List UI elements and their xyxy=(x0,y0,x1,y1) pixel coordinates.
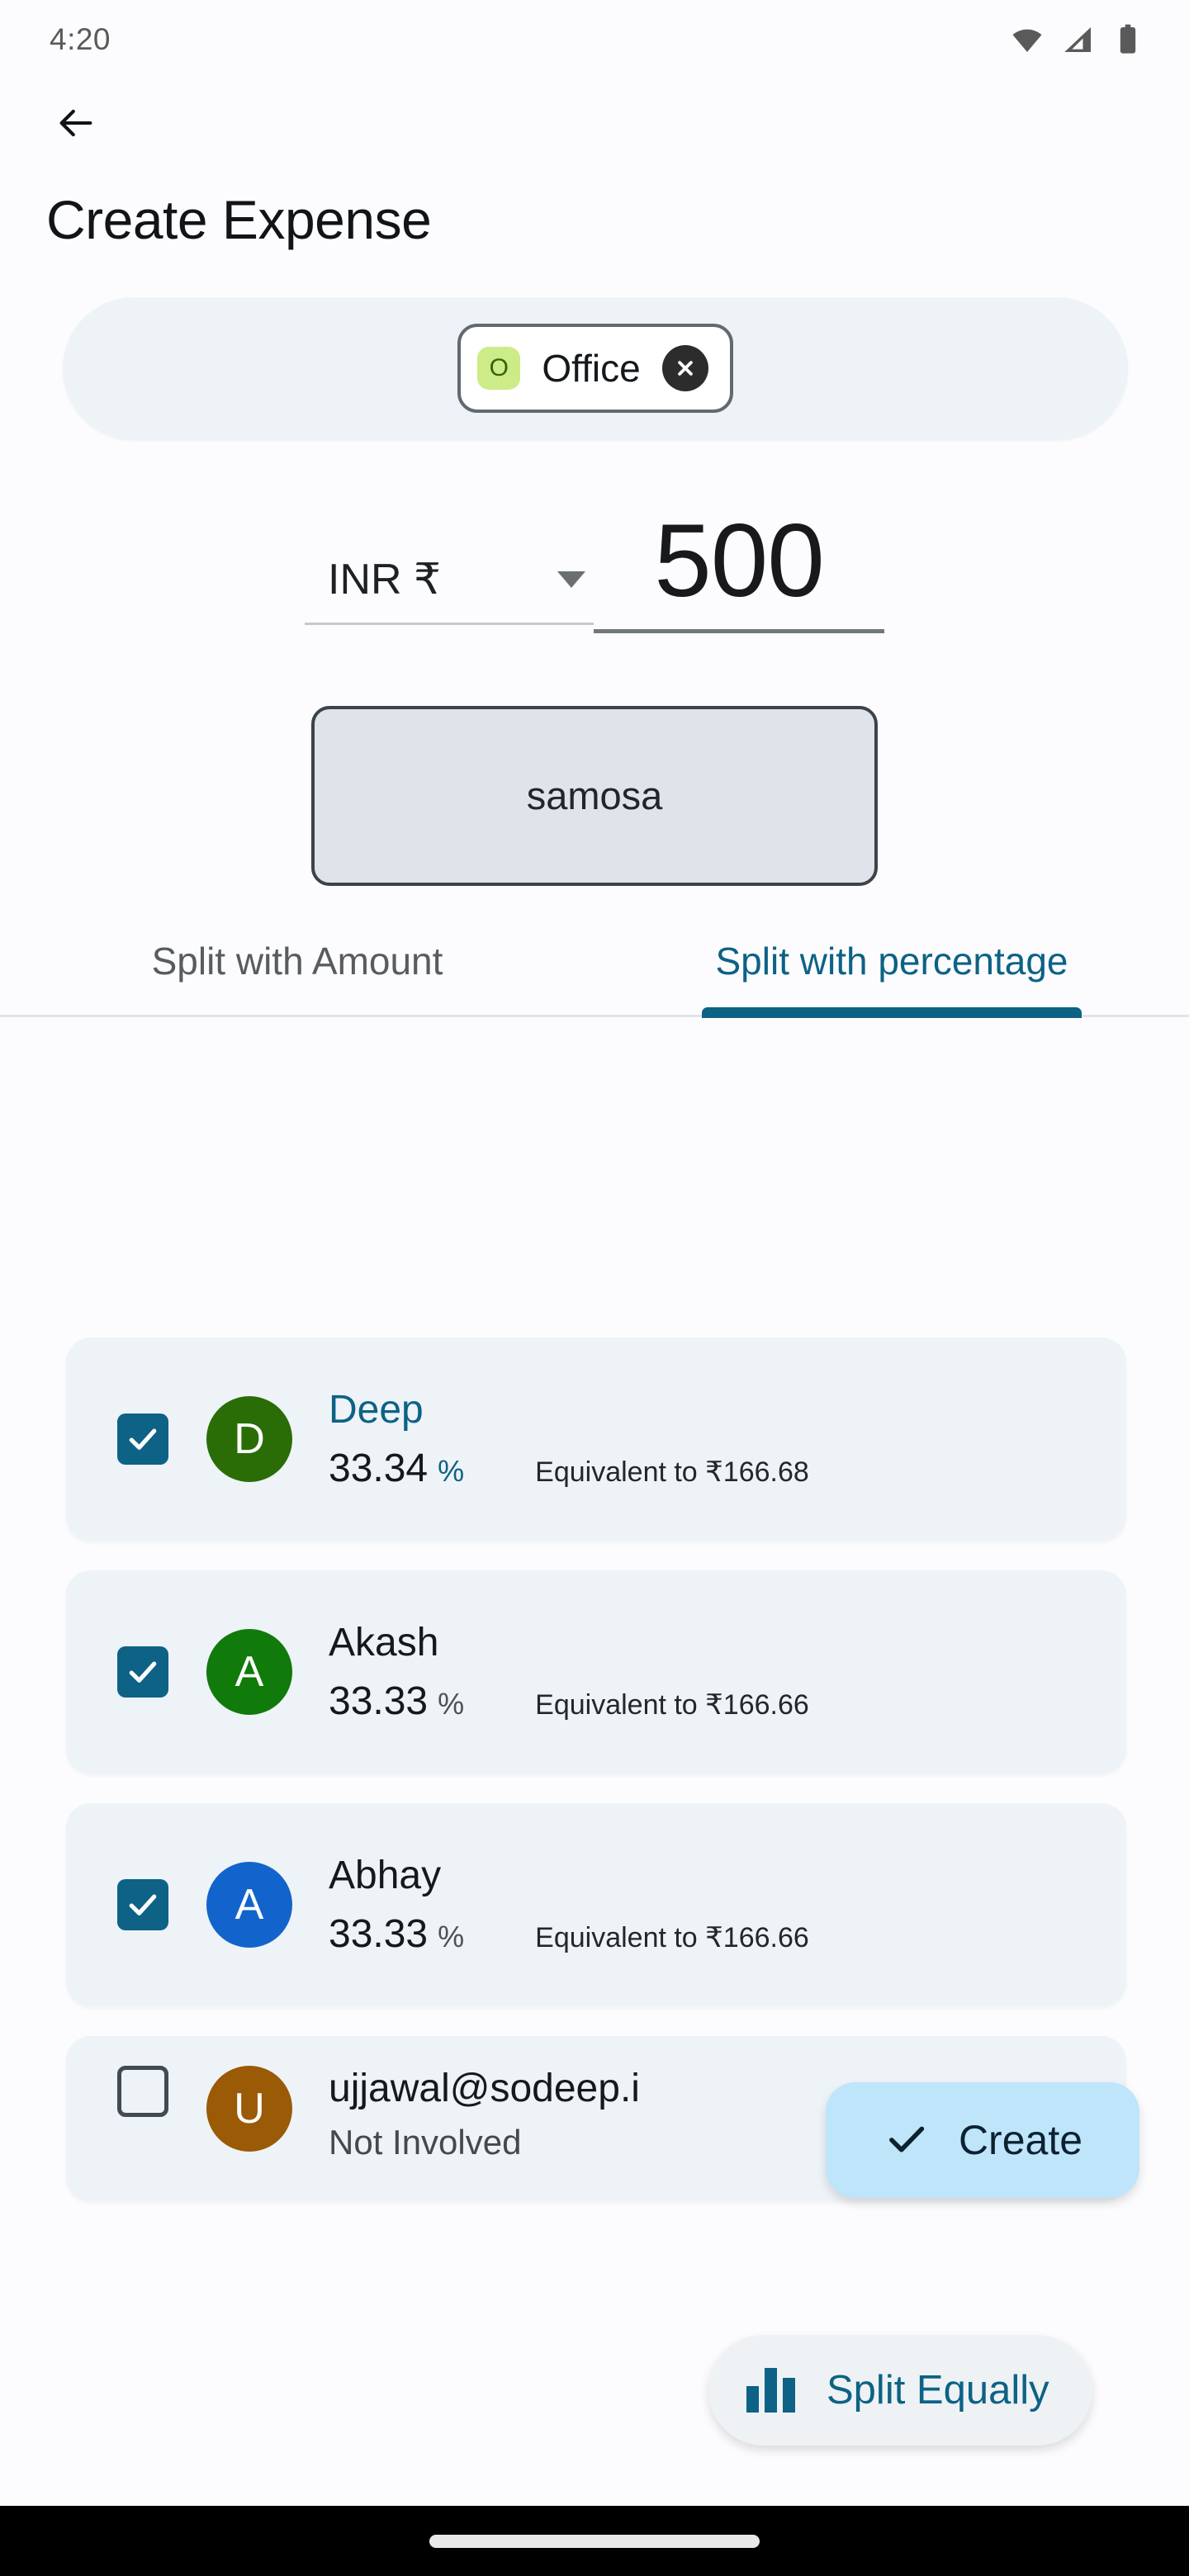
system-navigation-bar xyxy=(0,2506,1189,2576)
percent-input[interactable]: 33.34 xyxy=(329,1446,428,1491)
participant-info: Akash 33.33 % Equivalent to ₹166.66 xyxy=(329,1620,1126,1724)
tab-split-with-amount[interactable]: Split with Amount xyxy=(0,924,594,1015)
close-circle-icon[interactable] xyxy=(661,345,708,391)
description-value: samosa xyxy=(526,774,663,817)
battery-icon xyxy=(1113,23,1143,56)
percent-symbol: % xyxy=(438,1454,465,1488)
tab-split-with-percentage[interactable]: Split with percentage xyxy=(594,924,1189,1018)
participant-checkbox[interactable] xyxy=(117,1413,168,1465)
create-button-label: Create xyxy=(958,2117,1083,2163)
participant-info: Deep 33.34 % Equivalent to ₹166.68 xyxy=(329,1387,1126,1491)
avatar: A xyxy=(206,1862,292,1948)
create-button[interactable]: Create xyxy=(826,2082,1139,2198)
description-input[interactable]: samosa xyxy=(311,705,878,886)
group-chip-label: Office xyxy=(542,347,641,390)
equivalent-amount: Equivalent to ₹166.66 xyxy=(535,1689,809,1721)
participant-name: Akash xyxy=(329,1621,439,1664)
percent-input[interactable]: 33.33 xyxy=(329,1679,428,1724)
equivalent-amount: Equivalent to ₹166.66 xyxy=(535,1922,809,1953)
back-arrow-icon xyxy=(54,102,97,149)
avatar: U xyxy=(206,2066,292,2152)
list-item[interactable]: A Akash 33.33 % Equivalent to ₹166.66 xyxy=(66,1570,1126,1773)
participant-share-row: 33.34 % Equivalent to ₹166.68 xyxy=(329,1446,1126,1491)
gesture-handle[interactable] xyxy=(429,2534,760,2548)
split-equally-button[interactable]: Split Equally xyxy=(708,2335,1092,2446)
percent-input[interactable]: 33.33 xyxy=(329,1911,428,1957)
group-chip-avatar: O xyxy=(477,347,521,390)
group-chip-office[interactable]: O Office xyxy=(457,324,733,413)
participant-name: Abhay xyxy=(329,1854,442,1897)
wifi-icon xyxy=(1011,23,1044,56)
percent-symbol: % xyxy=(438,1920,465,1953)
participant-name: Deep xyxy=(329,1388,424,1432)
participant-checkbox[interactable] xyxy=(117,1879,168,1930)
split-mode-tabs: Split with Amount Split with percentage xyxy=(0,924,1189,1018)
list-item[interactable]: A Abhay 33.33 % Equivalent to ₹166.66 xyxy=(66,1803,1126,2006)
split-equally-label: Split Equally xyxy=(827,2368,1049,2413)
app-bar xyxy=(0,79,1189,170)
status-bar-icons xyxy=(1011,23,1143,56)
list-item[interactable]: D Deep 33.34 % Equivalent to ₹166.68 xyxy=(66,1338,1126,1541)
avatar: A xyxy=(206,1629,292,1715)
check-icon xyxy=(883,2114,931,2166)
currency-label: INR ₹ xyxy=(328,555,442,604)
back-button[interactable] xyxy=(46,95,106,154)
page-title: Create Expense xyxy=(46,189,432,250)
bar-chart-icon xyxy=(746,2368,795,2413)
participant-checkbox[interactable] xyxy=(117,2066,168,2117)
amount-section: INR ₹ 500 xyxy=(0,509,1189,633)
percent-symbol: % xyxy=(438,1687,465,1721)
participant-info: Abhay 33.33 % Equivalent to ₹166.66 xyxy=(329,1853,1126,1957)
participants-list: D Deep 33.34 % Equivalent to ₹166.68 A A… xyxy=(0,1318,1189,2201)
group-select-field[interactable]: O Office xyxy=(63,297,1128,439)
equivalent-amount: Equivalent to ₹166.68 xyxy=(535,1456,809,1488)
participant-share-row: 33.33 % Equivalent to ₹166.66 xyxy=(329,1911,1126,1957)
currency-dropdown[interactable]: INR ₹ xyxy=(305,555,594,625)
amount-input[interactable]: 500 xyxy=(594,509,884,633)
cellular-signal-icon xyxy=(1062,23,1095,56)
status-bar-time: 4:20 xyxy=(50,22,111,56)
participant-checkbox[interactable] xyxy=(117,1646,168,1698)
chevron-down-icon xyxy=(557,571,585,588)
participant-share-row: 33.33 % Equivalent to ₹166.66 xyxy=(329,1679,1126,1724)
avatar: D xyxy=(206,1396,292,1482)
status-bar: 4:20 xyxy=(0,0,1189,79)
